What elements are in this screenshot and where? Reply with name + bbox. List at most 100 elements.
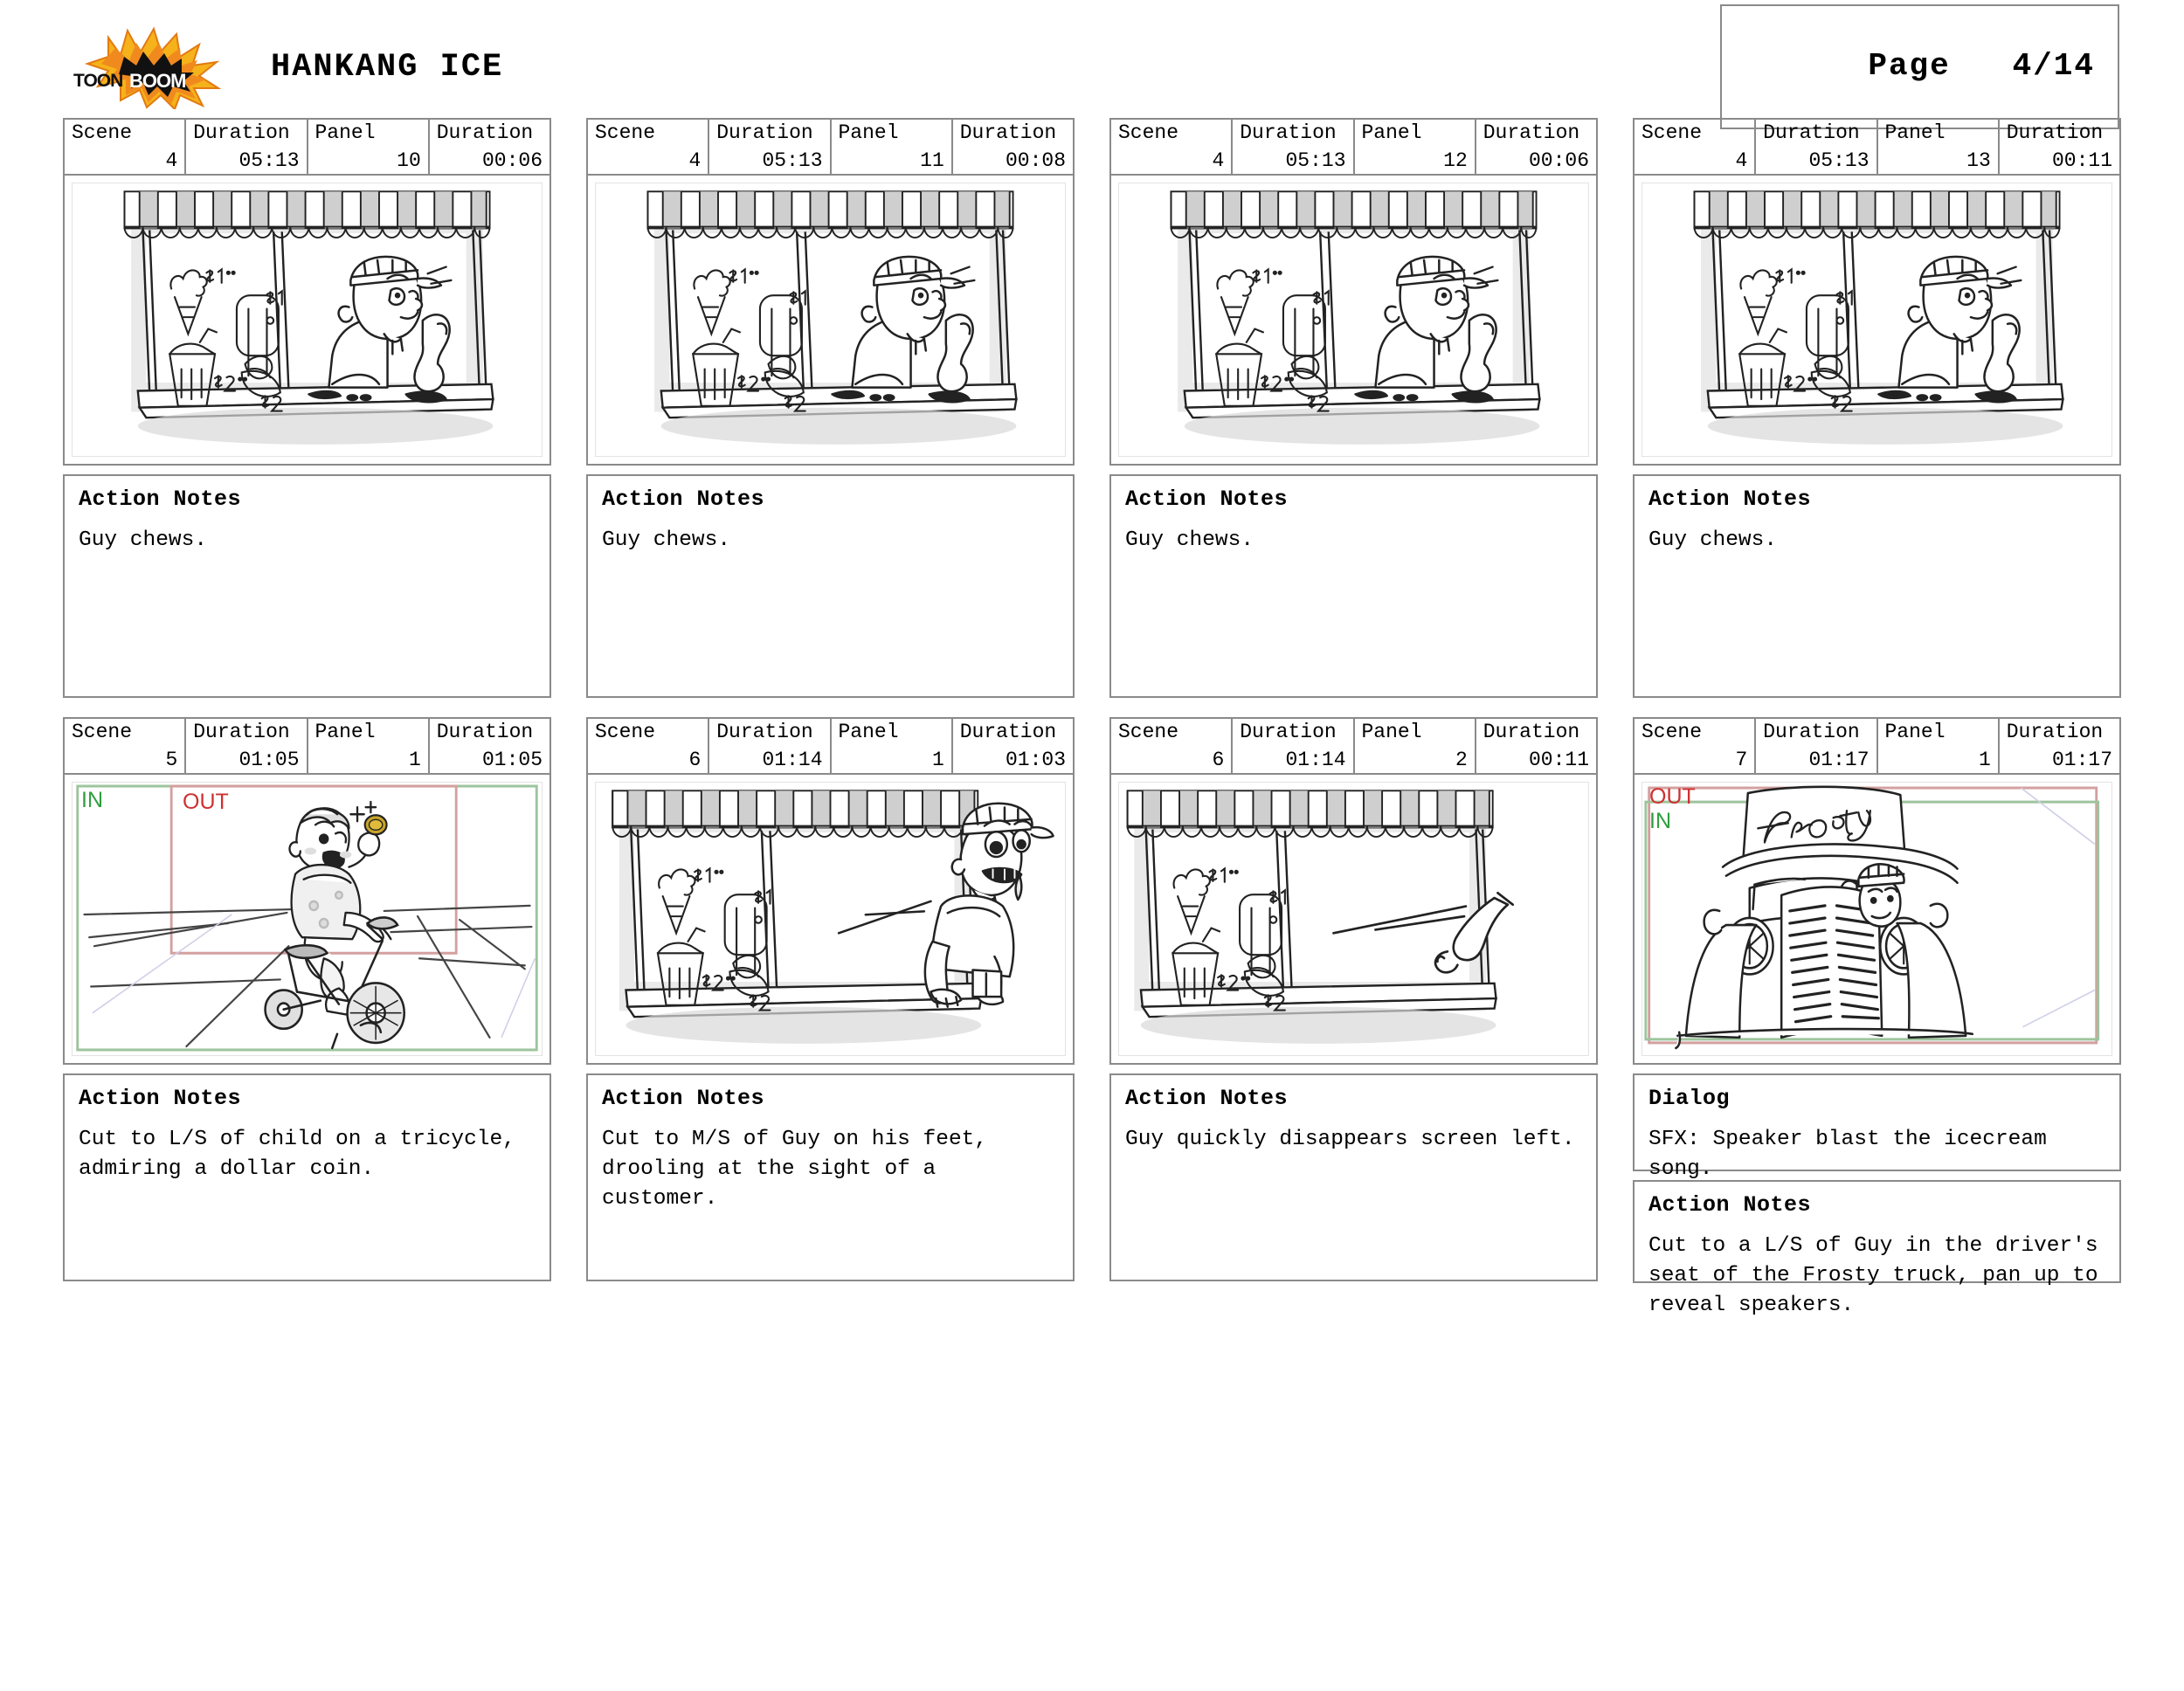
action-notes-body: Guy quickly disappears screen left. [1125, 1128, 1575, 1151]
scene-duration-value: 05:13 [1285, 149, 1346, 172]
action-notes-body: Guy chews. [602, 528, 731, 552]
action-notes-box: Action Notes Guy chews. [586, 474, 1075, 698]
panel-duration-value: 01:17 [2051, 749, 2112, 771]
storyboard-panel[interactable]: Scene 4 Duration 05:13 Panel 12 Duration… [1109, 118, 1598, 698]
panel-duration-label: Duration [1482, 121, 1580, 144]
panel-cell: Panel 12 [1355, 120, 1476, 174]
scene-value: 4 [165, 149, 178, 172]
scene-duration-label: Duration [1240, 721, 1337, 743]
scene-label: Scene [1118, 721, 1179, 743]
panel-image-frame[interactable] [586, 176, 1075, 466]
in-marker-label: IN [81, 788, 103, 812]
panel-duration-value: 01:05 [481, 749, 543, 771]
panel-artwork [595, 782, 1066, 1056]
action-notes-title: Action Notes [1125, 1086, 1289, 1111]
logo-starburst-icon: TOON BOOM [73, 25, 222, 109]
panel-duration-label: Duration [959, 121, 1057, 144]
action-notes-box: Action Notes Guy chews. [1109, 474, 1598, 698]
scene-duration-label: Duration [716, 721, 813, 743]
panel-row: Scene 4 Duration 05:13 Panel 10 Duration… [63, 118, 2121, 698]
action-notes-title: Action Notes [602, 487, 765, 512]
page-number-value: 4/14 [2012, 47, 2095, 84]
frosty-truck-drawing [1644, 785, 2100, 1050]
scene-duration-label: Duration [1763, 121, 1860, 144]
panel-value: 13 [1966, 149, 1991, 172]
panel-artwork [1641, 183, 2112, 457]
panel-value: 1 [1978, 749, 1991, 771]
logo-text-toon: TOON [73, 71, 122, 91]
page-number-box: Page 4/14 [1719, 3, 2119, 130]
panel-duration-cell: Duration 00:06 [430, 120, 551, 174]
panel-image-frame[interactable]: OUT IN [1633, 775, 2121, 1065]
panel-duration-label: Duration [959, 721, 1057, 743]
panel-duration-value: 01:03 [1005, 749, 1066, 771]
panel-duration-value: 00:08 [1005, 149, 1066, 172]
panel-duration-value: 00:11 [2051, 149, 2112, 172]
page-title: HANKANG ICE [271, 48, 504, 86]
scene-duration-value: 05:13 [762, 149, 823, 172]
panel-image-frame[interactable] [586, 775, 1075, 1065]
storyboard-panel[interactable]: Scene 5 Duration 01:05 Panel 1 Duration … [63, 717, 551, 1283]
scene-duration-value: 05:13 [238, 149, 300, 172]
page-number-label: Page [1868, 47, 1951, 84]
storyboard-panel[interactable]: Scene 6 Duration 01:14 Panel 2 Duration … [1109, 717, 1598, 1283]
scene-value: 6 [688, 749, 702, 771]
scene-duration-cell: Duration 05:13 [1756, 120, 1878, 174]
panel-image-frame[interactable] [1109, 775, 1598, 1065]
scene-cell: Scene 4 [1635, 120, 1757, 174]
panel-info-table: Scene 4 Duration 05:13 Panel 10 Duration… [63, 118, 551, 176]
scene-value: 4 [688, 149, 702, 172]
storyboard-panel[interactable]: Scene 7 Duration 01:17 Panel 1 Duration … [1633, 717, 2121, 1317]
guy-exits-drawing [1126, 790, 1515, 1046]
scene-duration-cell: Duration 01:17 [1756, 719, 1878, 773]
panel-value: 12 [1443, 149, 1468, 172]
action-notes-body: Guy chews. [1648, 528, 1778, 552]
panel-artwork [595, 183, 1066, 457]
panel-duration-label: Duration [2006, 121, 2104, 144]
panel-info-table: Scene 6 Duration 01:14 Panel 1 Duration … [586, 717, 1075, 775]
action-notes-box: Action Notes Guy chews. [1633, 474, 2121, 698]
panel-info-table: Scene 7 Duration 01:17 Panel 1 Duration … [1633, 717, 2121, 775]
panel-artwork: OUT IN [1641, 782, 2112, 1056]
action-notes-box: Action Notes Guy quickly disappears scre… [1109, 1073, 1598, 1281]
panel-duration-cell: Duration 01:17 [2000, 719, 2121, 773]
child-on-tricycle-drawing [76, 784, 538, 1052]
panel-label: Panel [314, 121, 376, 144]
panel-image-frame[interactable] [1109, 176, 1598, 466]
action-notes-title: Action Notes [79, 487, 242, 512]
storyboard-panel[interactable]: Scene 4 Duration 05:13 Panel 11 Duration… [586, 118, 1075, 698]
ice-cream-stand-drawing [1170, 190, 1541, 446]
scene-label: Scene [72, 121, 133, 144]
panel-cell: Panel 1 [832, 719, 953, 773]
scene-duration-value: 01:14 [1285, 749, 1346, 771]
panel-label: Panel [838, 721, 899, 743]
panel-info-table: Scene 4 Duration 05:13 Panel 13 Duration… [1633, 118, 2121, 176]
dialog-title: Dialog [1648, 1086, 1731, 1111]
action-notes-body: Guy chews. [79, 528, 208, 552]
panel-image-frame[interactable]: IN OUT [63, 775, 551, 1065]
scene-cell: Scene 6 [1111, 719, 1234, 773]
panel-cell: Panel 1 [308, 719, 430, 773]
storyboard-panel[interactable]: Scene 4 Duration 05:13 Panel 10 Duration… [63, 118, 551, 698]
storyboard-panel[interactable]: Scene 6 Duration 01:14 Panel 1 Duration … [586, 717, 1075, 1283]
in-marker-label: IN [1649, 809, 1671, 833]
guy-drooling-drawing [611, 790, 1054, 1046]
scene-duration-value: 05:13 [1808, 149, 1870, 172]
action-notes-body: Guy chews. [1125, 528, 1254, 552]
panel-duration-label: Duration [436, 721, 534, 743]
storyboard-panel[interactable]: Scene 4 Duration 05:13 Panel 13 Duration… [1633, 118, 2121, 698]
panel-label: Panel [838, 121, 899, 144]
panel-cell: Panel 13 [1878, 120, 2000, 174]
scene-label: Scene [72, 721, 133, 743]
panel-duration-cell: Duration 00:11 [1476, 719, 1598, 773]
panel-image-frame[interactable] [1633, 176, 2121, 466]
panel-label: Panel [1884, 121, 1946, 144]
scene-duration-cell: Duration 05:13 [1233, 120, 1355, 174]
scene-duration-label: Duration [1240, 121, 1337, 144]
panel-image-frame[interactable] [63, 176, 551, 466]
panel-grid: Scene 4 Duration 05:13 Panel 10 Duration… [63, 118, 2121, 1317]
panel-label: Panel [314, 721, 376, 743]
scene-label: Scene [1118, 121, 1179, 144]
panel-duration-cell: Duration 00:08 [953, 120, 1075, 174]
panel-value: 11 [920, 149, 944, 172]
